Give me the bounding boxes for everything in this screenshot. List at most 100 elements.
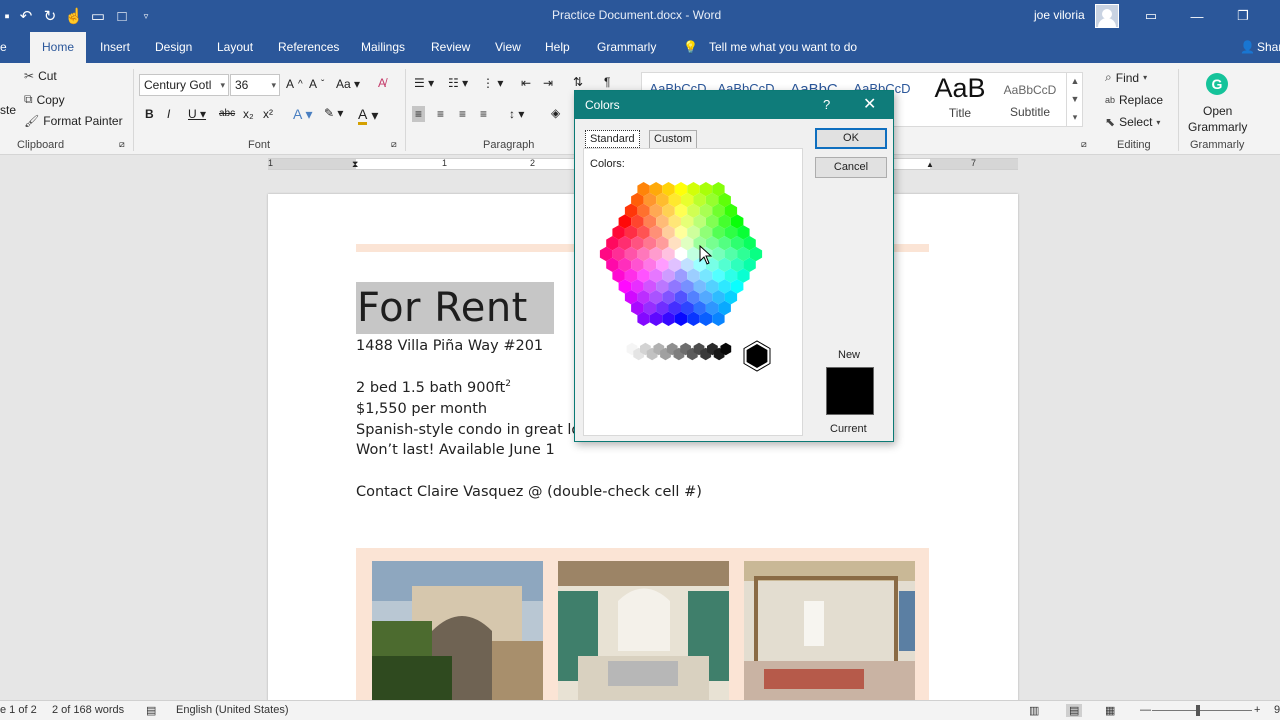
indent-marker-icon[interactable]: ⧗ <box>352 159 358 170</box>
clear-formatting-icon[interactable]: A̸ <box>378 76 386 90</box>
select-button[interactable]: ⬉ Select ▾ <box>1105 115 1160 129</box>
paste-button[interactable]: ste <box>0 103 16 117</box>
cancel-button[interactable]: Cancel <box>815 157 887 178</box>
bold-icon[interactable]: B <box>145 107 154 121</box>
justify-icon[interactable]: ≡ <box>480 107 487 121</box>
avatar[interactable] <box>1095 4 1119 28</box>
restore-icon[interactable]: ❐ <box>1220 0 1266 32</box>
tab-view[interactable]: View <box>495 32 521 63</box>
tab-design[interactable]: Design <box>155 32 192 63</box>
copy-button[interactable]: ⧉ Copy <box>24 92 65 107</box>
open-grammarly-label-2[interactable]: Grammarly <box>1188 120 1247 134</box>
page-count[interactable]: e 1 of 2 <box>0 704 37 716</box>
read-mode-icon[interactable]: ▥ <box>1029 704 1039 717</box>
dialog-launcher-icon[interactable]: ⧄ <box>391 139 397 150</box>
tab-references[interactable]: References <box>278 32 339 63</box>
customize-icon[interactable]: ▿ <box>134 0 158 32</box>
tab-layout[interactable]: Layout <box>217 32 253 63</box>
font-size-combo[interactable]: 36 ▾ <box>230 74 280 96</box>
ribbon-display-options-icon[interactable]: ▭ <box>1128 0 1174 32</box>
user-name[interactable]: joe viloria <box>1034 8 1085 22</box>
availability-line[interactable]: Won’t last! Available June 1 <box>356 442 555 458</box>
contact-line[interactable]: Contact Claire Vasquez @ (double-check c… <box>356 484 702 500</box>
ok-button[interactable]: OK <box>815 128 887 149</box>
description-line[interactable]: Spanish-style condo in great loc <box>356 422 588 438</box>
dialog-launcher-icon[interactable]: ⧄ <box>119 139 125 150</box>
tab-insert[interactable]: Insert <box>100 32 130 63</box>
sort-icon[interactable]: ⇅ <box>573 75 583 89</box>
highlight-icon[interactable]: ✎ ▾ <box>324 106 343 120</box>
zoom-level[interactable]: 9 <box>1274 704 1280 716</box>
minimize-icon[interactable]: — <box>1174 0 1220 32</box>
colors-dialog[interactable]: Colors ? ✕ Standard Custom Colors: OK Ca… <box>574 90 894 442</box>
italic-icon[interactable]: I <box>167 107 170 121</box>
save-icon[interactable]: ▪ <box>0 0 14 32</box>
align-right-icon[interactable]: ≡ <box>459 107 466 121</box>
zoom-slider-thumb[interactable] <box>1196 705 1200 716</box>
language-indicator[interactable]: English (United States) <box>176 704 289 716</box>
change-case-icon[interactable]: Aa ▾ <box>336 77 360 91</box>
photo-courtyard[interactable] <box>372 561 543 701</box>
find-button[interactable]: ⌕ Find ▾ <box>1105 70 1147 85</box>
open-icon[interactable]: ▭ <box>86 0 110 32</box>
grow-font-icon[interactable]: A ^ <box>286 77 303 91</box>
grammarly-icon[interactable]: G <box>1206 73 1228 95</box>
redo-icon[interactable]: ↻ <box>38 0 62 32</box>
decrease-indent-icon[interactable]: ⇤ <box>521 76 531 90</box>
font-name-combo[interactable]: Century Gotl ▾ <box>139 74 229 96</box>
touch-mode-icon[interactable]: ☝ <box>62 0 86 32</box>
tab-file[interactable]: e <box>0 32 7 63</box>
zoom-out-icon[interactable]: — <box>1140 704 1151 716</box>
chevron-down-icon[interactable]: ▾ <box>220 75 225 95</box>
format-painter-button[interactable]: 🖌 Format Painter <box>24 114 123 128</box>
shrink-font-icon[interactable]: Aˇ <box>309 77 324 91</box>
increase-indent-icon[interactable]: ⇥ <box>543 76 553 90</box>
tab-mailings[interactable]: Mailings <box>361 32 405 63</box>
bullets-icon[interactable]: ☰ ▾ <box>414 76 434 90</box>
tab-home[interactable]: Home <box>30 32 87 63</box>
address-line[interactable]: 1488 Villa Piña Way #201 <box>356 338 543 354</box>
right-indent-marker-icon[interactable]: ▲ <box>926 160 934 169</box>
align-center-icon[interactable]: ≡ <box>437 107 444 121</box>
help-icon[interactable]: ? <box>823 97 830 112</box>
multilevel-list-icon[interactable]: ⋮ ▾ <box>482 76 503 90</box>
web-layout-icon[interactable]: ▦ <box>1105 704 1115 717</box>
photo-bedroom[interactable] <box>744 561 915 701</box>
proofing-icon[interactable]: ▤ <box>146 704 156 717</box>
style-subtitle[interactable]: AaBbCcD Subtitle <box>998 83 1062 119</box>
photo-kitchen[interactable] <box>558 561 729 701</box>
word-count[interactable]: 2 of 168 words <box>52 704 124 716</box>
superscript-icon[interactable]: x² <box>263 107 273 121</box>
undo-icon[interactable]: ↶ <box>14 0 38 32</box>
close-icon[interactable]: ✕ <box>863 94 876 114</box>
chevron-up-icon[interactable]: ▲ <box>1071 76 1080 86</box>
tab-help[interactable]: Help <box>545 32 570 63</box>
chevron-down-icon[interactable]: ▼ <box>1071 94 1080 104</box>
subscript-icon[interactable]: x₂ <box>243 107 254 121</box>
zoom-slider[interactable] <box>1152 710 1252 711</box>
styles-gallery-scroll[interactable]: ▲ ▼ ▾ <box>1066 72 1083 127</box>
numbering-icon[interactable]: ☷ ▾ <box>448 76 468 90</box>
color-hexagon-picker[interactable] <box>590 173 790 383</box>
open-grammarly-label-1[interactable]: Open <box>1203 104 1232 118</box>
style-title[interactable]: AaB Title <box>922 73 998 120</box>
dialog-title-bar[interactable]: Colors ? ✕ <box>575 91 893 119</box>
dialog-launcher-icon[interactable]: ⧄ <box>1081 139 1087 150</box>
line-spacing-icon[interactable]: ↕ ▾ <box>509 107 524 121</box>
new-icon[interactable]: □ <box>110 0 134 32</box>
tell-me-search[interactable]: Tell me what you want to do <box>709 32 857 63</box>
tab-custom[interactable]: Custom <box>649 130 697 148</box>
zoom-in-icon[interactable]: + <box>1254 704 1260 716</box>
price-line[interactable]: $1,550 per month <box>356 401 487 417</box>
share-button[interactable]: Shar <box>1257 32 1280 63</box>
chevron-down-icon[interactable]: ▾ <box>271 75 276 95</box>
tab-standard[interactable]: Standard <box>585 130 640 148</box>
print-layout-icon[interactable]: ▤ <box>1066 704 1083 717</box>
tab-grammarly[interactable]: Grammarly <box>597 32 656 63</box>
cut-button[interactable]: ✂ Cut <box>24 69 57 83</box>
document-heading[interactable]: For Rent <box>357 285 528 331</box>
show-marks-icon[interactable]: ¶ <box>604 75 610 89</box>
text-effects-icon[interactable]: A ▾ <box>293 106 312 123</box>
details-line[interactable]: 2 bed 1.5 bath 900ft2 <box>356 379 511 396</box>
font-color-icon[interactable]: A ▾ <box>358 106 378 125</box>
